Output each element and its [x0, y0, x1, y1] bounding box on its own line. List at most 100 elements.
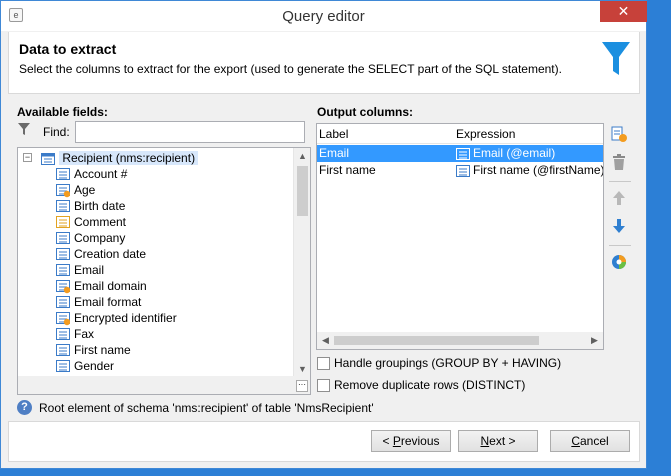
grouping-checkbox[interactable] [317, 357, 330, 370]
close-button[interactable]: ✕ [600, 1, 647, 22]
status-text: Root element of schema 'nms:recipient' o… [39, 401, 374, 415]
window-title: Query editor [282, 8, 365, 25]
field-icon [56, 167, 70, 180]
field-icon [56, 199, 70, 212]
add-column-icon[interactable] [607, 125, 631, 147]
row-label: Email [319, 146, 350, 160]
cancel-button-text: ancel [579, 434, 609, 448]
tree-field-label: Account # [74, 167, 128, 181]
tree-root-row[interactable]: − Recipient (nms:recipient) [20, 150, 199, 166]
tree-field-label: Birth date [74, 199, 126, 213]
available-fields-tree[interactable]: − Recipient (nms:recipient) Account # Age… [17, 147, 311, 395]
tree-root-label: Recipient (nms:recipient) [59, 151, 199, 165]
row-expression-text: Email (@email) [473, 146, 556, 160]
move-down-icon[interactable] [607, 217, 631, 239]
expression-field-icon [456, 147, 470, 160]
expression-field-icon [456, 164, 470, 177]
tree-field-item[interactable]: Comment [56, 214, 126, 230]
output-column-row[interactable]: First name First name (@firstName) [317, 162, 603, 179]
field-icon [56, 343, 70, 356]
distinct-label[interactable]: Remove duplicate rows (DISTINCT) [334, 378, 525, 392]
move-up-icon[interactable] [607, 189, 631, 211]
tree-field-item[interactable]: Fax [56, 326, 94, 342]
tree-field-item[interactable]: Email format [56, 294, 141, 310]
tree-field-label: Encrypted identifier [74, 311, 177, 325]
row-expression: First name (@firstName) [456, 162, 604, 179]
tree-vertical-scrollbar[interactable]: ▲ ▼ [293, 148, 310, 377]
tree-field-label: Email [74, 263, 105, 277]
tree-field-label: Company [74, 231, 126, 245]
column-header-expression[interactable]: Expression [456, 127, 515, 141]
scroll-down-arrow-icon[interactable]: ▼ [294, 361, 310, 377]
tree-field-label: Email domain [74, 279, 147, 293]
scroll-up-arrow-icon[interactable]: ▲ [294, 148, 310, 164]
grid-header: Label Expression [317, 124, 603, 144]
row-expression: Email (@email) [456, 145, 555, 162]
previous-button[interactable]: < Previous [371, 430, 451, 452]
table-icon [41, 152, 56, 165]
tree-field-item[interactable]: First name [56, 342, 131, 358]
tree-field-label: Age [74, 183, 96, 197]
tree-field-item[interactable]: Birth date [56, 198, 125, 214]
tree-field-item[interactable]: Email [56, 262, 104, 278]
output-column-row[interactable]: Email Email (@email) [317, 145, 603, 162]
field-icon [56, 247, 70, 260]
field-icon [56, 327, 70, 340]
output-columns-label: Output columns: [317, 105, 413, 119]
next-button[interactable]: Next > [458, 430, 538, 452]
next-button-accel: N [480, 434, 490, 448]
next-button-text: ext > [489, 434, 516, 448]
field-icon [56, 263, 70, 276]
previous-button-text: revious [400, 434, 440, 448]
row-expression-text: First name (@firstName) [473, 163, 604, 177]
tree-field-item[interactable]: Account # [56, 166, 127, 182]
hscroll-thumb[interactable] [334, 336, 539, 345]
tree-field-label: First name [74, 343, 131, 357]
find-input[interactable] [75, 121, 305, 143]
row-label: First name [319, 163, 376, 177]
memo-field-icon [56, 215, 70, 228]
tree-field-label: Creation date [74, 247, 147, 261]
more-options-button[interactable]: ··· [296, 380, 308, 392]
computed-field-icon [56, 311, 70, 326]
computed-field-icon [56, 183, 70, 198]
grid-horizontal-scrollbar[interactable]: ◀ ▶ [317, 332, 603, 349]
previous-button-accel: P [392, 434, 401, 448]
cancel-button-accel: C [571, 434, 580, 448]
output-columns-grid[interactable]: Label Expression Email Email (@email) Firs… [316, 123, 604, 350]
tree-field-item[interactable]: Creation date [56, 246, 146, 262]
tree-field-label: Fax [74, 327, 95, 341]
tree-field-item[interactable]: Company [56, 230, 125, 246]
tree-field-item[interactable]: Encrypted identifier [56, 310, 177, 326]
tree-field-item[interactable]: Age [56, 182, 95, 198]
scroll-thumb[interactable] [297, 166, 308, 216]
distribution-icon[interactable] [607, 253, 631, 275]
collapse-icon[interactable]: − [23, 153, 32, 162]
field-icon [56, 231, 70, 244]
funnel-icon [602, 42, 630, 75]
scroll-left-arrow-icon[interactable]: ◀ [317, 332, 334, 349]
field-icon [56, 359, 70, 372]
query-editor-window: e Query editor ✕ Data to extract Select … [0, 0, 647, 469]
tree-field-item[interactable]: Gender [56, 358, 114, 374]
header-panel: Data to extract Select the columns to ex… [8, 32, 640, 94]
previous-button-prefix: < [382, 434, 393, 448]
distinct-checkbox[interactable] [317, 379, 330, 392]
field-icon [56, 295, 70, 308]
grouping-label[interactable]: Handle groupings (GROUP BY + HAVING) [334, 356, 561, 370]
title-bar: e Query editor ✕ [1, 1, 647, 31]
footer-bar: < Previous Next > Cancel [8, 421, 640, 462]
delete-icon[interactable] [607, 153, 631, 175]
help-icon: ? [17, 400, 32, 415]
cancel-button[interactable]: Cancel [550, 430, 630, 452]
tree-field-item[interactable]: Email domain [56, 278, 147, 294]
tree-field-label: Email format [74, 295, 142, 309]
find-label: Find: [43, 125, 70, 139]
column-header-label[interactable]: Label [319, 127, 348, 141]
tree-bottom-bar: ··· [18, 376, 310, 394]
tree-field-label: Comment [74, 215, 127, 229]
tree-field-label: Gender [74, 359, 115, 373]
header-description: Select the columns to extract for the ex… [19, 62, 562, 76]
header-title: Data to extract [19, 41, 117, 57]
scroll-right-arrow-icon[interactable]: ▶ [586, 332, 603, 349]
